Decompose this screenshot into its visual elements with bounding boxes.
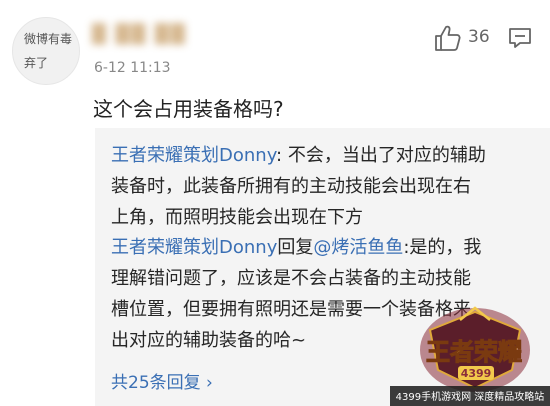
like-count: 36	[468, 27, 490, 47]
comment-text: 这个会占用装备格吗?	[93, 97, 284, 121]
logo-title: 王者荣耀	[426, 338, 522, 366]
reply-text: :是的，我	[403, 237, 482, 258]
thumbs-up-icon	[435, 25, 461, 51]
reply-separator: :	[276, 145, 288, 166]
like-button[interactable]	[432, 24, 462, 52]
logo-badge: 4399	[461, 367, 492, 380]
avatar[interactable]: 微博有毒 弃了	[12, 17, 80, 85]
comment-icon	[509, 28, 531, 48]
reply-author-link[interactable]: 王者荣耀策划Donny	[111, 237, 277, 258]
reply-line: 王者荣耀策划Donny回复@烤活鱼鱼:是的，我	[111, 232, 536, 263]
reply-text: 不会，当出了对应的辅助	[287, 145, 486, 166]
reply-author-link[interactable]: 王者荣耀策划Donny	[111, 145, 276, 166]
more-replies-link[interactable]: 共25条回复 ›	[111, 368, 213, 393]
reply-text: 装备时，此装备所拥有的主动技能会出现在右	[111, 176, 471, 197]
username-blurred[interactable]: █ ██ ██	[92, 24, 242, 50]
logo-tagline: 4399手机游戏网 深度精品攻略站	[396, 390, 545, 403]
reply-line: 王者荣耀策划Donny: 不会，当出了对应的辅助	[111, 140, 536, 171]
timestamp: 6-12 11:13	[94, 60, 171, 76]
mention-link[interactable]: @烤活鱼鱼	[313, 237, 403, 258]
reply-text: 上角，而照明技能会出现在下方	[111, 207, 363, 228]
game-logo-watermark: 王者荣耀 4399 4399手机游戏网 深度精品攻略站	[390, 306, 550, 406]
reply-text: 理解错问题了，应该是不会占装备的主动技能	[111, 268, 471, 289]
reply-word: 回复	[277, 237, 314, 258]
reply-item: 王者荣耀策划Donny: 不会，当出了对应的辅助 装备时，此装备所拥有的主动技能…	[111, 140, 536, 233]
reply-button[interactable]	[508, 27, 532, 49]
